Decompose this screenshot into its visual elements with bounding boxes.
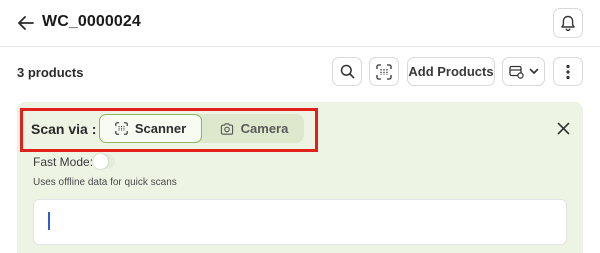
back-button[interactable] <box>15 13 37 33</box>
search-icon <box>340 64 354 79</box>
scanner-option[interactable]: Scanner <box>99 114 202 143</box>
text-caret <box>48 212 50 230</box>
filter-icon <box>508 65 524 79</box>
fast-mode-helper-text: Uses offline data for quick scans <box>33 177 177 188</box>
scan-via-label: Scan via : <box>31 121 97 137</box>
barcode-scan-icon <box>376 63 392 80</box>
close-icon <box>557 122 569 134</box>
camera-label: Camera <box>240 121 289 136</box>
chevron-down-icon <box>529 68 538 74</box>
search-button[interactable] <box>332 57 362 86</box>
add-products-button[interactable]: Add Products <box>407 57 495 86</box>
camera-option[interactable]: Camera <box>204 114 304 143</box>
toggle-knob <box>93 154 108 169</box>
fast-mode-toggle[interactable] <box>93 154 115 169</box>
product-count: 3 products <box>17 65 84 80</box>
page-title: WC_0000024 <box>42 13 141 30</box>
scan-input[interactable] <box>33 199 567 245</box>
camera-icon <box>220 122 233 135</box>
fast-mode-label: Fast Mode: <box>33 155 94 169</box>
filter-dropdown[interactable] <box>502 57 545 86</box>
more-vertical-icon <box>566 64 570 79</box>
arrow-left-icon <box>18 16 34 30</box>
close-button[interactable] <box>553 118 573 138</box>
app-header: WC_0000024 <box>0 0 600 47</box>
scanner-label: Scanner <box>134 121 187 136</box>
notifications-button[interactable] <box>553 8 583 38</box>
more-options-button[interactable] <box>553 57 583 86</box>
barcode-scan-icon <box>115 122 128 135</box>
scan-mode-selector: Scanner Camera <box>99 114 304 143</box>
scan-button[interactable] <box>369 57 399 86</box>
bell-icon <box>561 15 575 31</box>
